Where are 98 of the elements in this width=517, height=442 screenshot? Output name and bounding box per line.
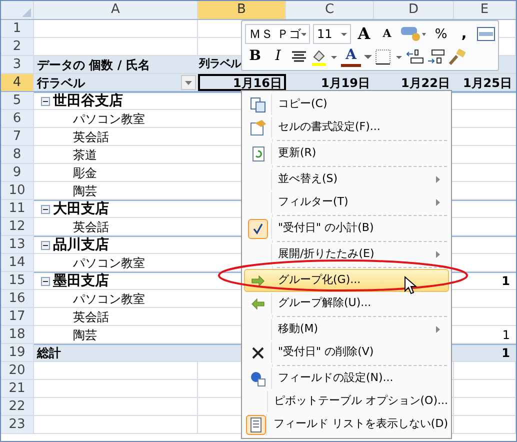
row-header[interactable]: 17 [1,308,33,325]
grow-font-button[interactable]: A [354,24,374,44]
cell-text: 総計 [36,345,61,362]
font-color-button[interactable]: A [341,46,361,67]
cell-text: 1 [502,345,510,362]
row-header[interactable]: 9 [1,164,33,181]
font-name-dropdown[interactable]: ＭＳ Ｐゴ [245,24,310,44]
cell-text: 1月25日 [462,74,512,92]
cell-text: 世田谷支店 [53,92,123,110]
row-header[interactable]: 22 [1,398,33,415]
filter-dropdown-button[interactable] [181,75,196,90]
cell-text: 茶道 [72,146,97,164]
row-header[interactable]: 14 [1,254,33,271]
increase-decimal-icon[interactable] [406,48,424,65]
cell-text: パソコン教室 [72,290,145,308]
menu-item[interactable]: 展開/折りたたみ(E) [244,243,449,266]
cell-text: データの 個数 / 氏名 [36,56,150,74]
dropdown-arrow-icon [341,32,347,36]
cell-text: 大田支店 [53,200,109,218]
row-header[interactable]: 11 [1,200,33,217]
row-header[interactable]: 7 [1,128,33,145]
row-header[interactable]: 23 [1,416,33,433]
row-header[interactable]: 21 [1,380,33,397]
cell-text: 品川支店 [53,236,109,254]
arrow-right-icon [250,272,266,288]
row-header[interactable]: 8 [1,146,33,163]
center-align-icon[interactable] [291,50,307,64]
dropdown-arrow-icon [300,32,306,36]
row-header[interactable]: 16 [1,290,33,307]
italic-button[interactable]: I [268,46,288,67]
cell-text: 英会話 [72,128,109,146]
menu-item[interactable]: グループ解除(U)... [244,292,449,315]
column-header[interactable]: C [286,1,373,19]
row-header[interactable]: 20 [1,362,33,379]
menu-item[interactable]: フィールドの設定(N)... [244,367,449,390]
delete-icon [250,344,266,360]
menu-item[interactable]: コピー(C) [244,93,449,116]
font-size-dropdown[interactable]: 11 [313,24,351,44]
row-header[interactable]: 13 [1,236,33,253]
cell-text: 行ラベル [36,74,85,92]
cell-text: パソコン教室 [72,110,145,128]
cell-text: 彫金 [72,164,97,182]
cell-text: 英会話 [72,308,109,326]
shrink-font-button[interactable]: A [377,24,397,44]
cell-text: 陶芸 [72,182,97,200]
decrease-decimal-icon[interactable] [427,48,445,65]
menu-item[interactable]: セルの書式設定(F)... [244,116,449,139]
borders-icon[interactable] [375,48,403,65]
collapse-icon[interactable] [41,276,50,286]
menu-item[interactable]: 更新(R) [244,142,449,165]
cell-text: 1 [502,326,510,344]
menu-item[interactable]: フィールド リストを表示しない(D) [244,413,449,436]
menu-item[interactable]: グループ化(G)... [244,269,449,292]
comma-button[interactable]: , [454,24,474,44]
percent-button[interactable]: % [431,24,451,44]
cell-text: 陶芸 [72,326,97,344]
collapse-icon[interactable] [41,204,50,214]
dropdown-arrow-icon [185,80,192,84]
row-header[interactable]: 12 [1,218,33,235]
bold-button[interactable]: B [245,46,265,67]
copy-icon [250,96,266,112]
row-header[interactable]: 4 [1,74,33,91]
menu-item[interactable]: "受付日" の削除(V) [244,341,449,364]
row-header[interactable]: 10 [1,182,33,199]
column-header[interactable]: B [198,1,285,19]
row-header[interactable]: 18 [1,326,33,343]
cursor-icon [404,276,417,295]
cell-text: 1月22日 [400,74,450,92]
row-header[interactable]: 5 [1,92,33,109]
fill-color-icon[interactable] [310,48,338,66]
column-header[interactable]: A [34,1,197,19]
merge-cells-icon[interactable] [477,27,495,42]
row-header[interactable]: 6 [1,110,33,127]
cell-text: 英会話 [72,218,109,236]
cell-text: パソコン教室 [72,254,145,272]
collapse-icon[interactable] [41,240,50,250]
arrow-left-icon [250,296,266,312]
collapse-icon[interactable] [41,96,50,106]
menu-item[interactable]: 移動(M) [244,318,449,341]
cell-text: 墨田支店 [53,272,109,290]
menu-item[interactable]: フィルター(T) [244,191,449,214]
cell-text: 1月16日 [232,74,282,92]
cell-text: 列ラベル [198,56,241,72]
dropdown-arrow-icon[interactable] [364,54,372,59]
cell-text: 1月19日 [320,74,370,92]
column-header[interactable]: D [374,1,453,19]
menu-item[interactable]: ピボットテーブル オプション(O)... [244,390,449,413]
row-header[interactable]: 19 [1,344,33,361]
row-header[interactable]: 2 [1,38,33,55]
cell-text: 1 [502,273,510,290]
column-header[interactable]: E [454,1,515,19]
refresh-icon [250,146,266,162]
menu-item[interactable]: 並べ替え(S) [244,168,449,191]
menu-item[interactable]: "受付日" の小計(B) [244,217,449,240]
row-header[interactable]: 1 [1,20,33,37]
row-header[interactable]: 15 [1,272,33,289]
format-cells-icon [250,120,266,136]
row-header[interactable]: 3 [1,56,33,73]
